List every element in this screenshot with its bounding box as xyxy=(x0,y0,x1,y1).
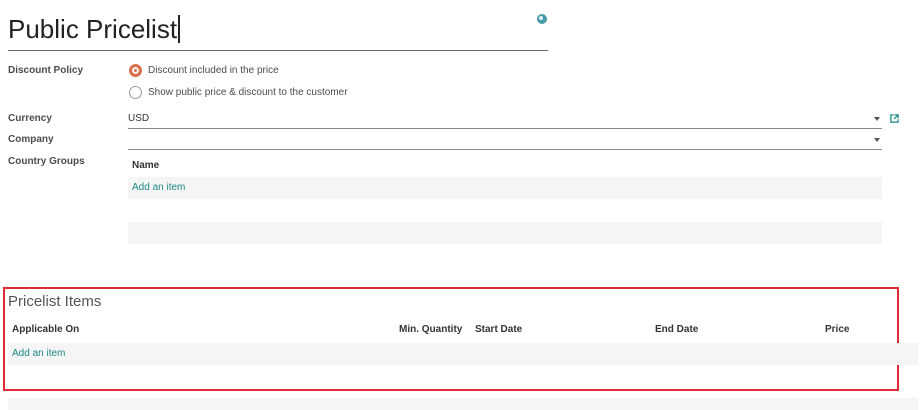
currency-value: USD xyxy=(128,113,150,124)
column-name: Name xyxy=(132,160,160,171)
chevron-down-icon[interactable] xyxy=(874,117,880,121)
radio-label: Discount included in the price xyxy=(148,65,279,76)
pricelist-items-footer-row xyxy=(8,398,918,410)
column-start-date[interactable]: Start Date xyxy=(475,324,522,335)
discount-policy-label: Discount Policy xyxy=(8,65,84,76)
chevron-down-icon[interactable] xyxy=(874,138,880,142)
column-end-date[interactable]: End Date xyxy=(655,324,698,335)
radio-show-public-price[interactable]: Show public price & discount to the cust… xyxy=(129,86,348,99)
company-label: Company xyxy=(8,134,54,145)
pricelist-name-input[interactable]: Public Pricelist xyxy=(8,14,177,44)
text-cursor xyxy=(178,15,181,43)
column-min-quantity[interactable]: Min. Quantity xyxy=(399,324,462,335)
column-price[interactable]: Price xyxy=(825,324,849,335)
external-link-icon[interactable] xyxy=(890,114,899,123)
country-groups-header: Name xyxy=(128,156,882,176)
radio-label: Show public price & discount to the cust… xyxy=(148,87,348,98)
country-groups-add-row[interactable]: Add an item xyxy=(128,177,882,199)
title-field[interactable]: Public Pricelist xyxy=(8,8,548,51)
radio-unchecked-icon[interactable] xyxy=(129,86,142,99)
currency-label: Currency xyxy=(8,113,52,124)
company-select[interactable] xyxy=(128,132,882,150)
pricelist-items-title: Pricelist Items xyxy=(8,293,102,310)
add-item-link[interactable]: Add an item xyxy=(12,348,65,359)
currency-select[interactable]: USD xyxy=(128,111,882,129)
globe-icon[interactable] xyxy=(537,14,547,24)
country-groups-footer-row xyxy=(128,222,882,244)
add-item-link[interactable]: Add an item xyxy=(132,182,185,193)
pricelist-items-highlight xyxy=(3,287,899,391)
radio-checked-icon[interactable] xyxy=(129,64,142,77)
pricelist-items-add-row[interactable]: Add an item xyxy=(8,343,918,365)
country-groups-label: Country Groups xyxy=(8,156,85,167)
column-applicable-on[interactable]: Applicable On xyxy=(12,324,79,335)
radio-discount-included[interactable]: Discount included in the price xyxy=(129,64,279,77)
